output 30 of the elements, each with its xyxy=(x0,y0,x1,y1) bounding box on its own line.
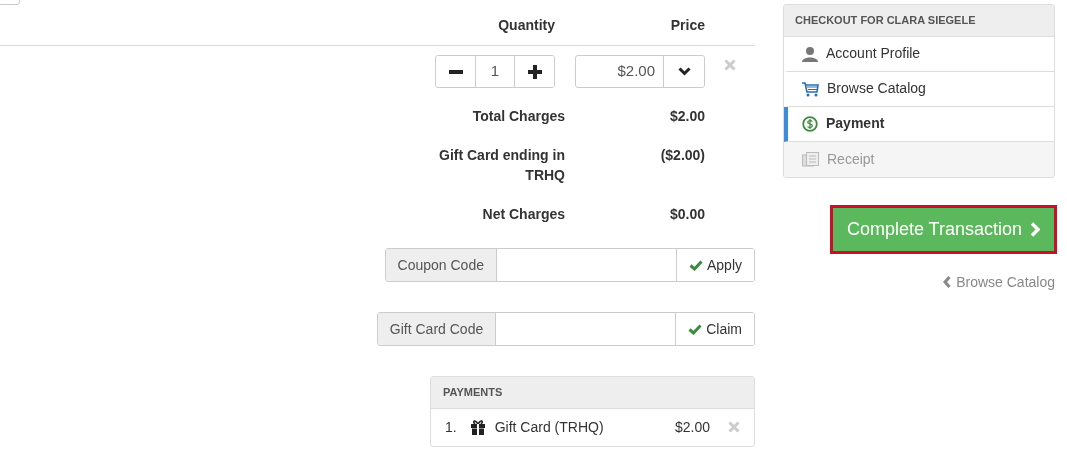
close-icon xyxy=(728,421,740,433)
summary-value: $0.00 xyxy=(668,205,705,224)
receipt-icon xyxy=(802,151,819,167)
summary-label: Gift Card ending in TRHQ xyxy=(438,146,565,185)
sidebar-item: Receipt xyxy=(784,141,1054,177)
remove-button[interactable] xyxy=(728,421,740,433)
user-icon xyxy=(802,45,818,62)
row-number: 1. xyxy=(445,417,457,437)
chevron-left-icon xyxy=(943,276,952,288)
payment-name: Gift Card (TRHQ) xyxy=(494,417,605,437)
sidebar-item[interactable]: Payment xyxy=(784,106,1054,142)
summary-label: Total Charges xyxy=(471,107,565,126)
plus-icon xyxy=(527,64,542,79)
column-header: Price xyxy=(669,16,705,35)
panel-header: CHECKOUT FOR CLARA SIEGELE xyxy=(784,5,1054,37)
payment-amount: $2.00 xyxy=(674,417,710,437)
column-header: Quantity xyxy=(497,16,555,35)
back-link[interactable]: Browse Catalog xyxy=(943,271,1055,293)
remove-button[interactable] xyxy=(724,59,736,71)
summary-label: Net Charges xyxy=(481,205,565,224)
minus-icon xyxy=(448,69,463,74)
close-icon xyxy=(724,59,736,71)
dollar-icon xyxy=(802,115,818,132)
cart-icon xyxy=(802,80,819,97)
panel-header: PAYMENTS xyxy=(431,377,754,409)
summary-value: $2.00 xyxy=(668,107,705,126)
gift-icon xyxy=(470,419,485,435)
chevron-right-icon xyxy=(1030,221,1040,237)
chevron-down-icon xyxy=(677,67,691,76)
summary-value: ($2.00) xyxy=(659,146,705,165)
